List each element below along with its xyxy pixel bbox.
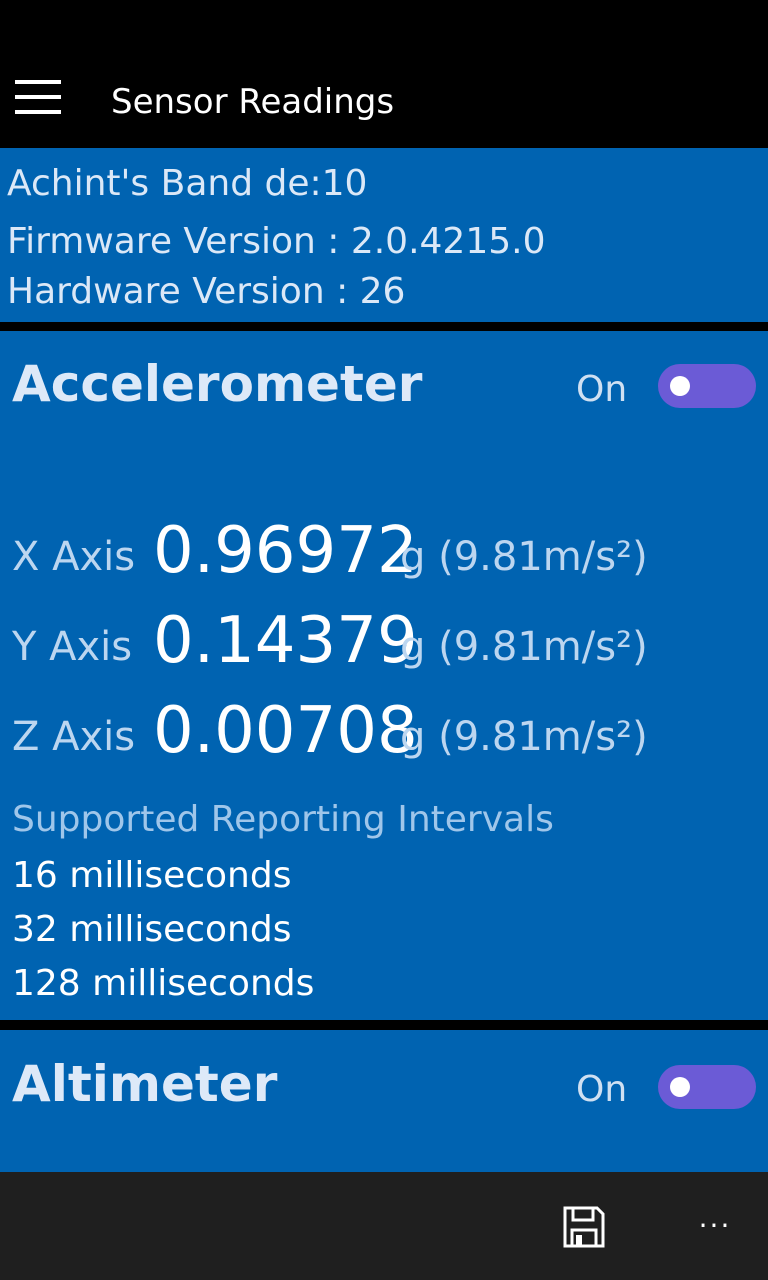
screen: Sensor Readings Achint's Band de:10 Firm… (0, 0, 768, 1280)
intervals-title: Supported Reporting Intervals (12, 799, 554, 840)
altimeter-toggle-label: On (576, 1069, 628, 1110)
x-axis-label: X Axis (12, 534, 136, 580)
z-axis-label: Z Axis (12, 714, 136, 760)
device-info-panel: Achint's Band de:10 Firmware Version : 2… (0, 148, 768, 322)
altimeter-toggle[interactable] (658, 1065, 756, 1109)
interval-item: 32 milliseconds (12, 909, 292, 950)
hardware-version: Hardware Version : 26 (7, 271, 406, 312)
interval-item: 16 milliseconds (12, 855, 292, 896)
save-icon[interactable] (561, 1204, 607, 1250)
accelerometer-panel: Accelerometer On X Axis 0.96972 g (9.81m… (0, 331, 768, 1020)
y-axis-value: 0.14379 (153, 604, 418, 678)
accelerometer-toggle[interactable] (658, 364, 756, 408)
device-name: Achint's Band de:10 (7, 163, 368, 204)
page-title: Sensor Readings (111, 82, 395, 122)
hamburger-icon[interactable] (14, 78, 62, 118)
x-axis-unit: g (9.81m/s²) (400, 534, 648, 580)
altimeter-panel: Altimeter On (0, 1030, 768, 1172)
z-axis-row: Z Axis 0.00708 g (9.81m/s²) (0, 691, 768, 771)
toggle-knob (670, 376, 690, 396)
accelerometer-toggle-label: On (576, 369, 628, 410)
x-axis-row: X Axis 0.96972 g (9.81m/s²) (0, 511, 768, 591)
y-axis-row: Y Axis 0.14379 g (9.81m/s²) (0, 601, 768, 681)
y-axis-unit: g (9.81m/s²) (400, 624, 648, 670)
firmware-version: Firmware Version : 2.0.4215.0 (7, 221, 546, 262)
title-bar: Sensor Readings (0, 0, 768, 146)
z-axis-unit: g (9.81m/s²) (400, 714, 648, 760)
app-bar (0, 1172, 768, 1280)
more-options-button[interactable]: ··· (690, 1206, 740, 1246)
interval-item: 128 milliseconds (12, 963, 315, 1004)
accelerometer-title: Accelerometer (12, 355, 423, 413)
z-axis-value: 0.00708 (153, 694, 418, 768)
toggle-knob (670, 1077, 690, 1097)
x-axis-value: 0.96972 (153, 514, 418, 588)
y-axis-label: Y Axis (12, 624, 133, 670)
altimeter-title: Altimeter (12, 1055, 278, 1113)
